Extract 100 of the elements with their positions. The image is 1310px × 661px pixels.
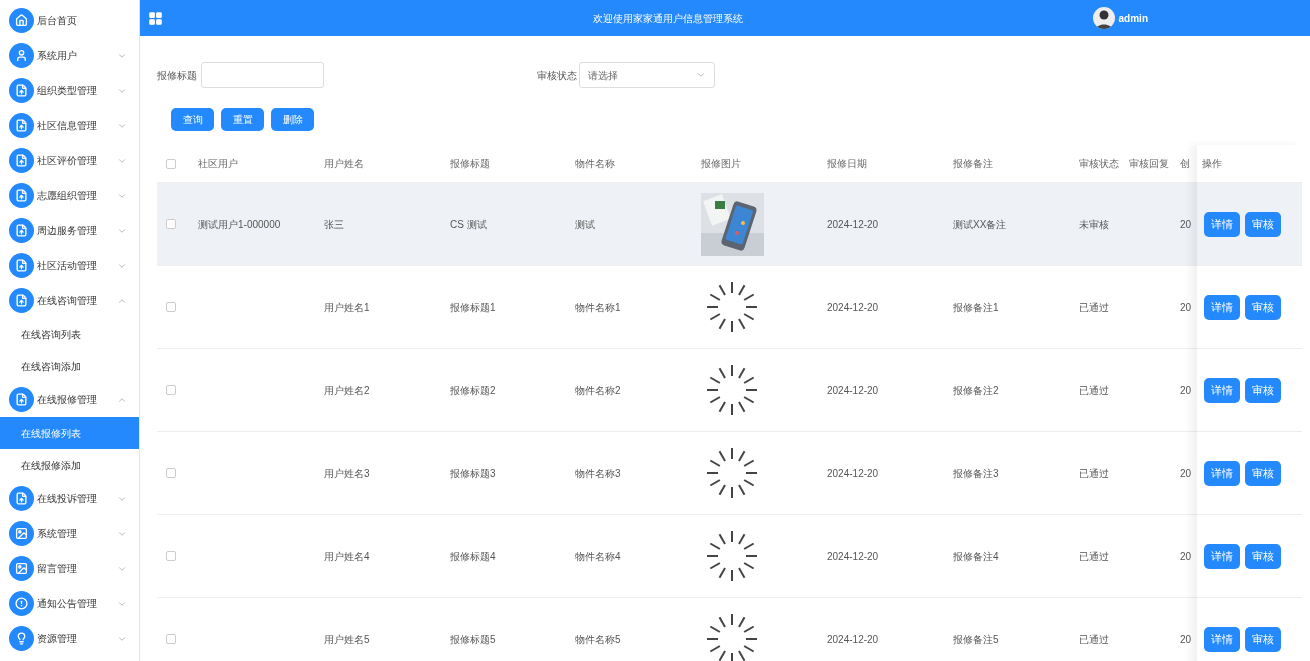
table-cell: 报修备注4 — [953, 550, 999, 562]
sidebar-item[interactable]: 系统用户 — [0, 38, 139, 73]
table-cell: 2024-12-20 — [827, 550, 879, 562]
avatar[interactable] — [1092, 7, 1115, 29]
table-cell: 物件名称3 — [575, 467, 621, 479]
sidebar-item[interactable]: 社区信息管理 — [0, 108, 139, 143]
table-cell: 2024-12-20 — [827, 384, 879, 396]
table-cell: 已通过 — [1079, 550, 1109, 562]
table-cell: 2024-12-20 — [827, 218, 879, 230]
table-cell: 报修备注5 — [953, 633, 999, 645]
document-icon — [9, 183, 34, 208]
table-cell: 20 — [1180, 301, 1192, 313]
sidebar-item[interactable]: 志愿组织管理 — [0, 178, 139, 213]
document-icon — [9, 288, 34, 313]
table-cell: 20 — [1180, 384, 1192, 396]
table-cell: 2024-12-20 — [827, 301, 879, 313]
table-cell: 测试XX备注 — [953, 218, 1007, 230]
sidebar-item[interactable]: 留言管理 — [0, 551, 139, 586]
document-icon — [9, 113, 34, 138]
table-cell: 已通过 — [1079, 384, 1109, 396]
loading-icon — [705, 280, 759, 334]
document-icon — [9, 148, 34, 173]
checkbox[interactable] — [166, 385, 176, 395]
loading-icon — [705, 363, 759, 417]
column-header: 报修标题 — [450, 158, 490, 169]
system-title: 欢迎使用家家通用户信息管理系统 — [591, 11, 744, 26]
alert-icon — [9, 591, 34, 616]
table-cell: 已通过 — [1079, 633, 1109, 645]
title-input[interactable] — [201, 62, 324, 88]
table-cell: 物件名称5 — [575, 633, 621, 645]
field-label: 报修标题 — [157, 68, 198, 83]
column-header: 报修备注 — [953, 158, 993, 169]
table-cell: 20 — [1180, 467, 1192, 479]
sidebar-item[interactable]: 资源管理 — [0, 621, 139, 656]
sidebar-item[interactable]: 在线投诉管理 — [0, 481, 139, 516]
sidebar-item[interactable]: 周边服务管理 — [0, 213, 139, 248]
document-icon — [9, 218, 34, 243]
table-row[interactable]: 测试用户1-000000 张三 CS 测试 测试 2024-12-20 测试XX备注 未审核 20 — [157, 183, 1197, 266]
table-cell: 报修标题4 — [450, 550, 496, 562]
column-header: 用户姓名 — [324, 158, 364, 169]
document-icon — [9, 253, 34, 278]
table-cell: 报修备注2 — [953, 384, 999, 396]
column-header: 物件名称 — [575, 158, 615, 169]
table-cell: 张三 — [324, 218, 344, 230]
document-icon — [9, 78, 34, 103]
checkbox[interactable] — [166, 219, 176, 229]
table-cell: 报修标题5 — [450, 633, 496, 645]
column-header: 报修日期 — [827, 158, 867, 169]
table-cell: 物件名称1 — [575, 301, 621, 313]
sidebar-item[interactable]: 社区评价管理 — [0, 143, 139, 178]
loading-icon — [705, 529, 759, 583]
sidebar-item[interactable]: 在线咨询管理 — [0, 283, 139, 318]
table-cell: 已通过 — [1079, 301, 1109, 313]
document-icon — [9, 486, 34, 511]
table-cell: 报修标题1 — [450, 301, 496, 313]
user-icon — [9, 43, 34, 68]
sidebar-item[interactable]: 通知公告管理 — [0, 586, 139, 621]
table-cell: 2024-12-20 — [827, 633, 879, 645]
table-cell: 用户姓名4 — [324, 550, 370, 562]
table-cell: 20 — [1180, 633, 1192, 645]
sidebar-item[interactable]: 组织类型管理 — [0, 73, 139, 108]
table-cell: 测试 — [575, 218, 595, 230]
menu-icon[interactable] — [148, 10, 163, 26]
checkbox[interactable] — [166, 634, 176, 644]
checkbox[interactable] — [166, 551, 176, 561]
submenu-item[interactable]: 在线咨询列表 — [0, 318, 139, 350]
table-cell: 20 — [1180, 218, 1192, 230]
column-header: 操作 — [1202, 157, 1222, 171]
sidebar-item[interactable]: 在线报修管理 — [0, 382, 139, 417]
table-cell: 用户姓名2 — [324, 384, 370, 396]
column-header: 创 — [1180, 158, 1190, 169]
column-header: 报修图片 — [701, 158, 741, 169]
chevron-down-icon — [696, 70, 706, 80]
table-cell: 报修标题3 — [450, 467, 496, 479]
checkbox[interactable] — [166, 468, 176, 478]
table-cell: 用户姓名5 — [324, 633, 370, 645]
loading-icon — [705, 612, 759, 661]
sidebar-item[interactable]: 系统管理 — [0, 516, 139, 551]
table-cell: 已通过 — [1079, 467, 1109, 479]
submenu-item[interactable]: 在线报修添加 — [0, 449, 139, 481]
document-icon — [9, 387, 34, 412]
table-cell: 用户姓名3 — [324, 467, 370, 479]
table-cell: 2024-12-20 — [827, 467, 879, 479]
table-cell: CS 测试 — [450, 218, 487, 230]
checkbox[interactable] — [166, 158, 176, 169]
column-header: 审核状态 — [1079, 158, 1119, 169]
table-cell: 报修备注1 — [953, 301, 999, 313]
column-header: 审核回复 — [1129, 158, 1169, 169]
checkbox[interactable] — [166, 302, 176, 312]
sidebar-item[interactable]: 后台首页 — [0, 3, 139, 38]
status-select[interactable]: 请选择 — [579, 62, 715, 88]
sidebar-item[interactable]: 社区活动管理 — [0, 248, 139, 283]
column-header: 社区用户 — [198, 158, 238, 169]
table-cell: 20 — [1180, 550, 1192, 562]
table-cell: 报修标题2 — [450, 384, 496, 396]
table-cell: 物件名称2 — [575, 384, 621, 396]
table-cell: 报修备注3 — [953, 467, 999, 479]
table-cell: 测试用户1-000000 — [198, 218, 281, 230]
submenu-item[interactable]: 在线咨询添加 — [0, 350, 139, 382]
image-icon — [9, 521, 34, 546]
